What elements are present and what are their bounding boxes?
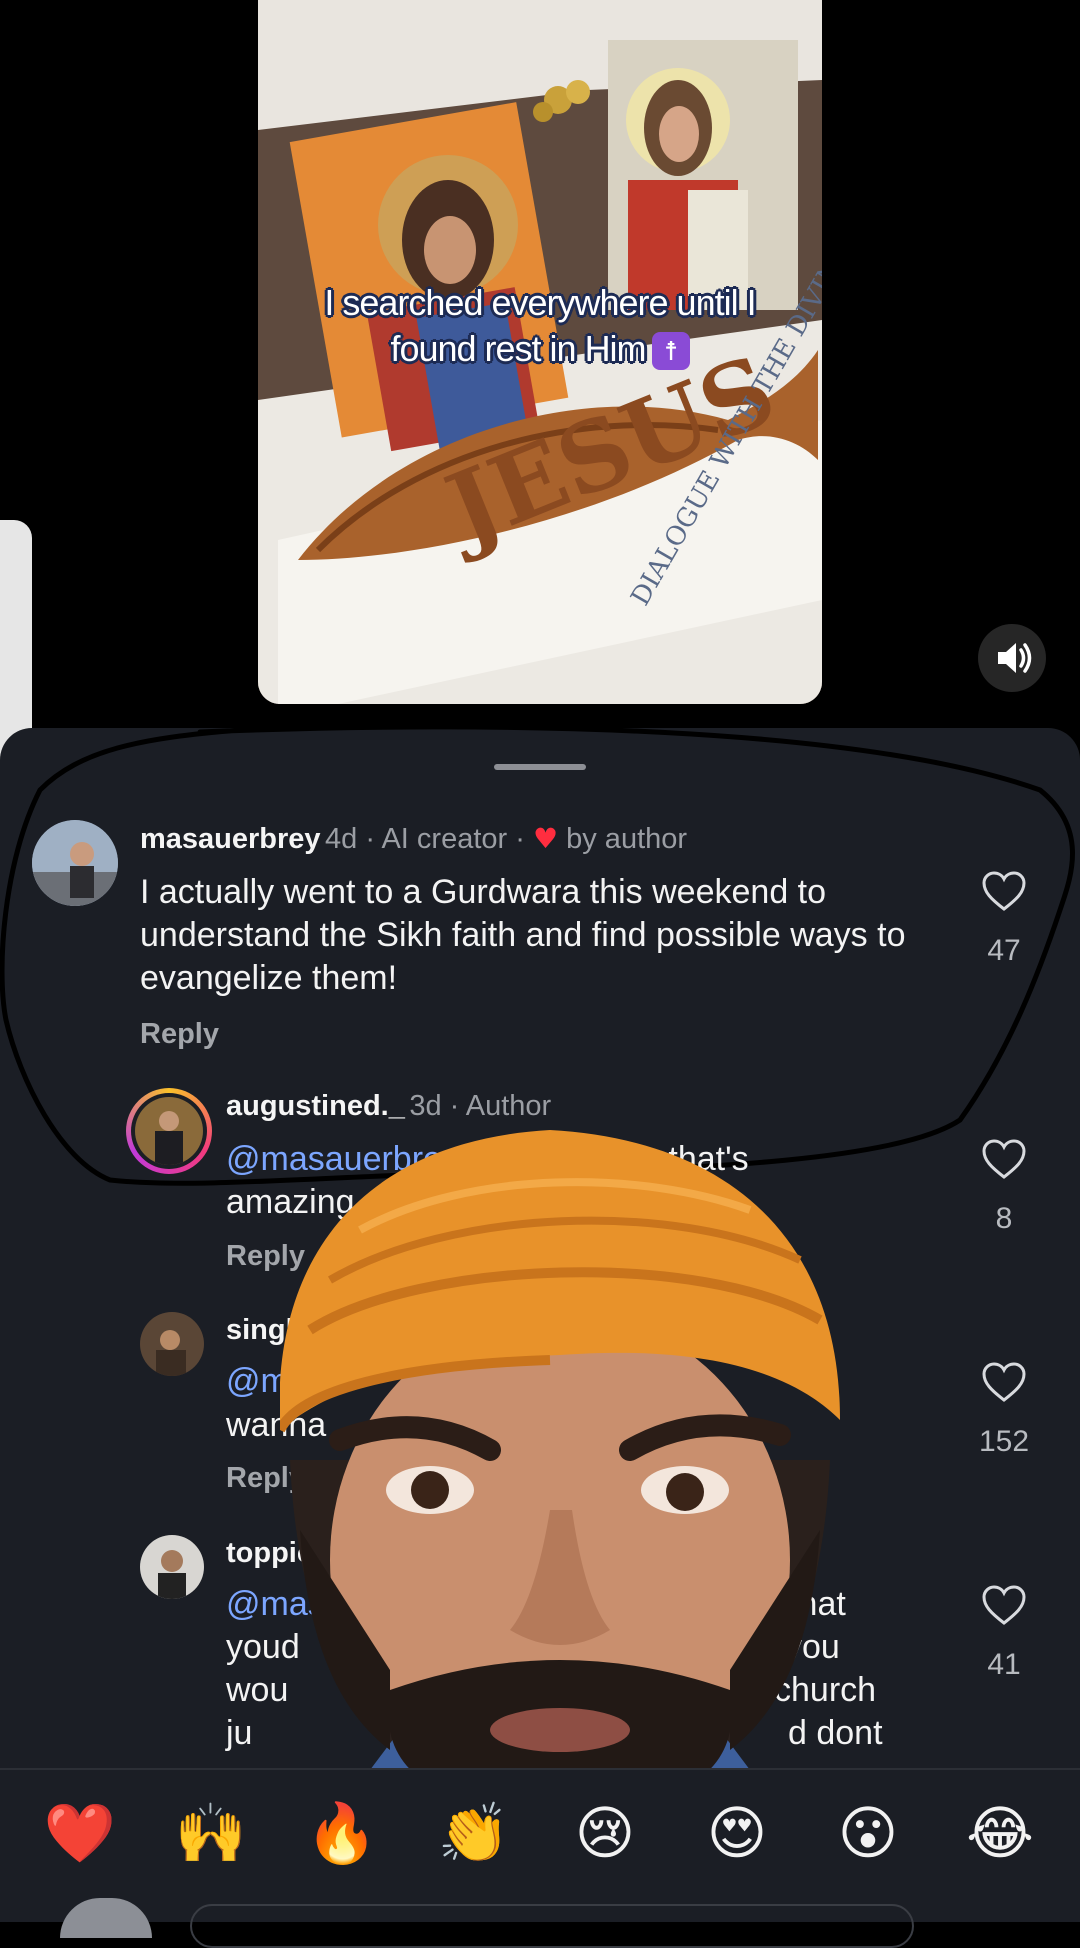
comment-text: I actually went to a Gurdwara this weeke… [140, 873, 906, 997]
creator-tag: AI creator [381, 823, 508, 855]
creator-face-overlay [280, 1130, 840, 1810]
liked-by-label: by author [566, 823, 688, 855]
avatar-photo [32, 820, 118, 906]
emoji-clap-button[interactable]: 👏 [434, 1800, 514, 1866]
comment-username[interactable]: masauerbrey [140, 823, 321, 855]
reply-time: 3d [409, 1090, 442, 1122]
like-button[interactable] [981, 870, 1027, 917]
like-button[interactable] [981, 1584, 1027, 1631]
reply-header: augustined._ 3d · Author [226, 1090, 552, 1122]
reply-text-fragment: ju [226, 1714, 253, 1752]
heart-outline-icon [982, 1585, 1026, 1625]
comment-time: 4d [325, 823, 358, 855]
speaker-icon [998, 643, 1032, 673]
avatar-photo [135, 1097, 203, 1165]
reply-button[interactable]: Reply [140, 1018, 219, 1051]
like-count: 41 [987, 1648, 1021, 1681]
like-count: 47 [987, 934, 1021, 967]
like-button[interactable] [981, 1361, 1027, 1408]
avatar[interactable] [32, 820, 118, 906]
author-tag: Author [465, 1090, 552, 1122]
reply-username[interactable]: augustined._ [226, 1090, 405, 1122]
emoji-heart-button[interactable]: ❤️ [40, 1800, 120, 1866]
heart-outline-icon [982, 1139, 1026, 1179]
avatar-photo [140, 1535, 204, 1599]
comment-header: masauerbrey 4d · AI creator · ♥ by autho… [140, 822, 688, 855]
mute-toggle-button[interactable] [978, 624, 1046, 692]
comment-input[interactable] [190, 1904, 914, 1948]
avatar[interactable] [140, 1535, 204, 1599]
like-count: 8 [995, 1202, 1013, 1235]
avatar-photo [140, 1312, 204, 1376]
emoji-laughing-button[interactable]: 😂 [960, 1800, 1040, 1866]
emoji-surprised-button[interactable]: 😮 [828, 1800, 908, 1866]
emoji-raised-hands-button[interactable]: 🙌 [171, 1800, 251, 1866]
emoji-crying-button[interactable]: 😢 [565, 1800, 645, 1866]
heart-icon: ♥ [532, 822, 559, 855]
video-player[interactable]: JESUS DIALOGUE WITH THE DIVINE I searche… [258, 0, 822, 704]
like-button[interactable] [981, 1138, 1027, 1185]
orthodox-cross-icon: ☨ [651, 332, 690, 371]
avatar-story-ring[interactable] [126, 1088, 212, 1174]
like-count: 152 [978, 1425, 1030, 1458]
caption-text: I searched everywhere until I found rest… [324, 282, 756, 369]
emoji-fire-button[interactable]: 🔥 [302, 1800, 382, 1866]
heart-outline-icon [982, 871, 1026, 911]
heart-outline-icon [982, 1362, 1026, 1402]
emoji-heart-eyes-button[interactable]: 😍 [697, 1800, 777, 1866]
video-caption: I searched everywhere until I found rest… [258, 280, 822, 372]
avatar[interactable] [140, 1312, 204, 1376]
emoji-reaction-bar [0, 1768, 1080, 1922]
